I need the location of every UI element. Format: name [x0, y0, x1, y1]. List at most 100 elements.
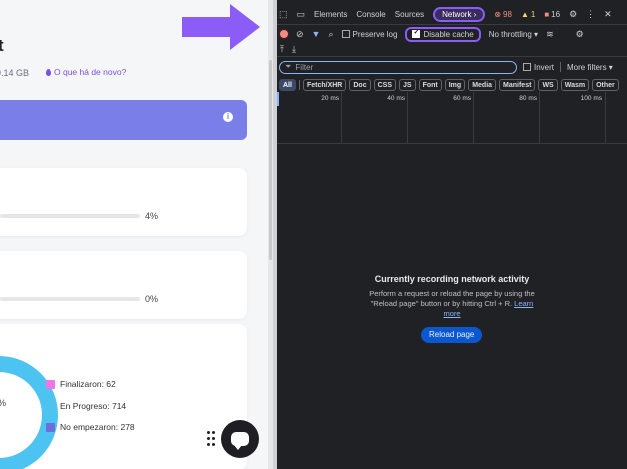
chat-button[interactable] — [221, 420, 259, 458]
reload-page-button[interactable]: Reload page — [421, 327, 483, 343]
issues-icon: ■ — [544, 10, 550, 19]
disable-cache-checkbox[interactable] — [412, 28, 421, 38]
timeline-gridline — [341, 92, 342, 144]
invert-toggle[interactable]: Invert — [523, 63, 554, 72]
issues-count-badge[interactable]: ■ 16 — [544, 10, 560, 19]
wifi-icon[interactable]: ≋ — [546, 29, 554, 40]
search-icon[interactable]: ⌕ — [328, 29, 333, 40]
kebab-menu-icon[interactable]: ⋮ — [586, 9, 595, 20]
warning-icon: ▲ — [520, 10, 529, 19]
funnel-icon: ⏷ — [285, 62, 292, 71]
legend-item-in-progress: En Progreso: 714 — [46, 401, 126, 411]
info-banner — [0, 100, 247, 140]
warning-count: 1 — [530, 10, 536, 19]
preserve-log-label: Preserve log — [352, 29, 398, 39]
whats-new-link[interactable]: O que há de novo? — [46, 67, 126, 77]
timeline-gridline — [473, 92, 474, 144]
preserve-log-checkbox[interactable] — [341, 30, 350, 39]
type-filter-doc[interactable]: Doc — [349, 79, 371, 91]
progress-bar — [0, 297, 140, 301]
recording-body-text: Perform a request or reload the page by … — [369, 289, 535, 308]
more-filters-dropdown[interactable]: More filters ▾ — [567, 63, 613, 72]
tab-network[interactable]: Network › — [433, 7, 486, 22]
filter-bar: ⏷ Filter Invert More filters ▾ — [277, 60, 627, 74]
inspect-icon[interactable]: ⬚ — [279, 9, 288, 20]
error-count: 98 — [503, 10, 512, 19]
progress-bar — [0, 214, 140, 218]
tab-network-label: Network — [442, 10, 472, 19]
network-toolbar: ⊘ ▼ ⌕ Preserve log Disable cache No thro… — [277, 26, 627, 42]
chat-bubble-icon — [231, 432, 249, 450]
whats-new-label: O que há de novo? — [54, 67, 127, 77]
progress-percent: 0% — [145, 294, 159, 304]
clear-icon[interactable]: ⊘ — [296, 29, 304, 40]
throttling-value: No throttling — [488, 29, 532, 39]
devtools-panel: ⬚ ▭ Elements Console Sources Network › ⊗… — [277, 0, 627, 469]
timeline-tick: 40 ms — [387, 95, 405, 102]
progress-card: 0% — [0, 251, 247, 319]
issues-count: 16 — [551, 10, 561, 19]
separator — [560, 62, 562, 72]
type-filter-wasm[interactable]: Wasm — [560, 79, 590, 91]
legend-swatch — [46, 422, 55, 432]
type-filter-font[interactable]: Font — [418, 79, 442, 91]
type-filter-js[interactable]: JS — [399, 79, 416, 91]
invert-checkbox[interactable] — [523, 63, 531, 72]
type-filter-img[interactable]: Img — [444, 79, 466, 91]
network-toolbar-secondary: ⤒ ⤓ — [277, 43, 627, 57]
legend-item-finalized: Finalizaron: 62 — [46, 379, 116, 389]
type-filter-fetch-xhr[interactable]: Fetch/XHR — [302, 79, 347, 91]
type-filter-css[interactable]: CSS — [373, 79, 396, 91]
disable-cache-label: Disable cache — [423, 29, 474, 39]
type-filter-all[interactable]: All — [279, 79, 296, 91]
warning-count-badge[interactable]: ▲ 1 — [521, 10, 535, 19]
page-scrollbar-thumb[interactable] — [269, 60, 272, 260]
timeline-tick: 60 ms — [453, 95, 471, 102]
download-icon[interactable]: ⤓ — [292, 44, 296, 55]
timeline-marker — [277, 92, 279, 106]
progress-percent: 4% — [145, 211, 159, 221]
storage-size: 9.14 GB — [0, 68, 30, 78]
disable-cache-toggle[interactable]: Disable cache — [405, 26, 481, 42]
timeline-tick: 100 ms — [580, 95, 602, 102]
tab-sources[interactable]: Sources — [395, 10, 424, 19]
recording-description: Perform a request or reload the page by … — [367, 289, 537, 319]
grip-icon[interactable] — [207, 431, 215, 447]
filter-input[interactable]: ⏷ Filter — [279, 60, 517, 74]
more-filters-label: More filters — [567, 62, 607, 72]
legend-swatch — [46, 379, 55, 389]
info-icon[interactable]: i — [223, 112, 233, 122]
error-icon: ⊗ — [494, 10, 502, 19]
invert-label: Invert — [534, 62, 555, 72]
type-filter-media[interactable]: Media — [468, 79, 497, 91]
pointer-arrow-icon — [182, 4, 260, 50]
filter-icon[interactable]: ▼ — [312, 29, 321, 39]
legend-item-not-started: No empezaron: 278 — [46, 422, 135, 432]
network-settings-icon[interactable]: ⚙ — [576, 29, 584, 40]
preserve-log-toggle[interactable]: Preserve log — [341, 29, 398, 39]
devtools-tabbar: ⬚ ▭ Elements Console Sources Network › ⊗… — [277, 5, 627, 25]
type-filter-ws[interactable]: WS — [538, 79, 558, 91]
upload-icon[interactable]: ⤒ — [280, 44, 284, 55]
legend-label: Finalizaron: 62 — [60, 379, 116, 389]
type-filter-other[interactable]: Other — [592, 79, 619, 91]
throttling-select[interactable]: No throttling ▾ — [489, 30, 538, 39]
close-icon[interactable]: ✕ — [604, 9, 612, 20]
network-overview-timeline[interactable]: 20 ms 40 ms 60 ms 80 ms 100 ms — [277, 92, 627, 144]
resource-type-filters: All Fetch/XHR Doc CSS JS Font Img Media … — [277, 78, 627, 92]
timeline-tick: 80 ms — [519, 95, 537, 102]
tab-elements[interactable]: Elements — [314, 10, 347, 19]
type-filter-manifest[interactable]: Manifest — [499, 79, 536, 91]
drop-icon — [46, 68, 51, 76]
error-count-badge[interactable]: ⊗ 98 — [494, 10, 512, 19]
tab-console[interactable]: Console — [356, 10, 385, 19]
progress-card: 4% — [0, 168, 247, 236]
device-toggle-icon[interactable]: ▭ — [297, 9, 306, 20]
legend-swatch — [46, 401, 55, 411]
gear-icon[interactable]: ⚙ — [569, 9, 577, 20]
separator — [298, 80, 300, 90]
donut-percent: % — [0, 398, 6, 408]
record-icon[interactable] — [280, 30, 288, 38]
recording-title: Currently recording network activity — [374, 274, 530, 284]
legend-label: En Progreso: 714 — [60, 401, 127, 411]
